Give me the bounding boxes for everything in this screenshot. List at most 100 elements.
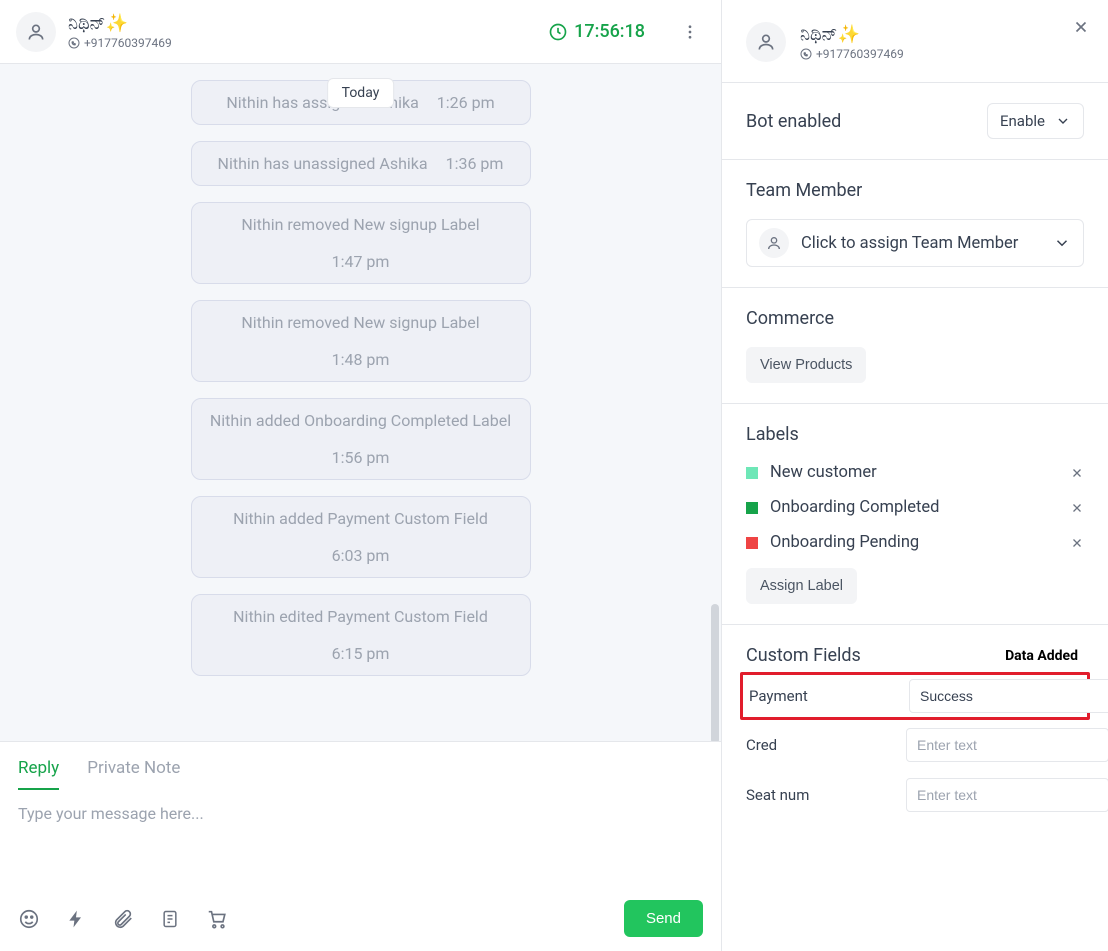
label-color-swatch (746, 502, 758, 514)
bot-select-value: Enable (1000, 112, 1045, 130)
document-icon (160, 908, 180, 930)
remove-label-button[interactable] (1070, 501, 1084, 515)
section-bot: Bot enabled Enable (722, 82, 1108, 159)
assign-team-select[interactable]: Click to assign Team Member (746, 219, 1084, 267)
system-message-time: 1:36 pm (446, 154, 504, 173)
clock-icon (548, 22, 568, 42)
system-message-time: 6:15 pm (332, 644, 390, 663)
date-chip: Today (327, 78, 395, 108)
chat-header: ನಿಥಿನ್✨ +917760397469 17:56:18 (0, 0, 721, 64)
labels-heading: Labels (746, 424, 1084, 445)
custom-field-input[interactable] (909, 679, 1108, 713)
compose-area: Reply Private Note Send (0, 741, 721, 951)
sidebar-contact: ನಿಥಿನ್✨ +917760397469 (722, 0, 1108, 82)
contact-phone-text: +917760397469 (84, 36, 172, 50)
label-item: New customer (746, 463, 1084, 482)
chat-panel: ನಿಥಿನ್✨ +917760397469 17:56:18 Today Nit… (0, 0, 722, 951)
scrollbar[interactable] (709, 64, 721, 741)
custom-field-row: Seat num (746, 770, 1084, 820)
timer-value: 17:56:18 (574, 21, 645, 42)
system-message: Nithin has unassigned Ashika1:36 pm (191, 141, 531, 186)
close-sidebar-button[interactable] (1072, 18, 1090, 36)
team-heading: Team Member (746, 180, 1084, 201)
system-message-text: Nithin removed New signup Label (241, 215, 479, 234)
send-button[interactable]: Send (624, 900, 703, 937)
system-message-time: 6:03 pm (332, 546, 390, 565)
view-products-button[interactable]: View Products (746, 347, 866, 383)
person-icon (756, 32, 776, 52)
custom-field-label: Seat num (746, 786, 896, 804)
system-message-text: Nithin edited Payment Custom Field (233, 607, 488, 626)
compose-toolbar: Send (0, 890, 721, 951)
system-message-text: Nithin added Onboarding Completed Label (210, 411, 511, 430)
system-message: Nithin removed New signup Label 1:48 pm (191, 300, 531, 382)
bot-enabled-label: Bot enabled (746, 111, 841, 132)
label-color-swatch (746, 537, 758, 549)
person-icon (766, 235, 782, 251)
avatar (16, 12, 56, 52)
close-icon (1072, 18, 1090, 36)
whatsapp-icon (68, 37, 80, 49)
emoji-button[interactable] (18, 908, 40, 930)
template-button[interactable] (160, 908, 180, 930)
quick-reply-button[interactable] (66, 909, 86, 929)
commerce-heading: Commerce (746, 308, 1084, 329)
system-message: Nithin edited Payment Custom Field 6:15 p… (191, 594, 531, 676)
contact-name: ನಿಥಿನ್✨ (800, 24, 904, 45)
section-commerce: Commerce View Products (722, 287, 1108, 403)
system-message-time: 1:48 pm (332, 350, 390, 369)
section-team: Team Member Click to assign Team Member (722, 159, 1108, 287)
system-message-time: 1:26 pm (437, 93, 495, 112)
messages-area[interactable]: Today Nithin has assigned Ashika1:26 pmN… (0, 64, 721, 741)
smile-icon (18, 908, 40, 930)
tab-reply[interactable]: Reply (18, 758, 59, 790)
system-message-text: Nithin removed New signup Label (241, 313, 479, 332)
label-text: Onboarding Pending (770, 533, 1058, 552)
tab-private-note[interactable]: Private Note (87, 758, 180, 790)
session-timer: 17:56:18 (548, 21, 645, 42)
system-message: Nithin removed New signup Label 1:47 pm (191, 202, 531, 284)
custom-field-label: Cred (746, 736, 896, 754)
remove-label-button[interactable] (1070, 536, 1084, 550)
close-icon (1070, 466, 1084, 480)
contact-phone: +917760397469 (800, 47, 904, 61)
close-icon (1070, 536, 1084, 550)
custom-field-input[interactable] (906, 728, 1108, 762)
dots-vertical-icon (681, 23, 699, 41)
sidebar[interactable]: ನಿಥಿನ್✨ +917760397469 Bot enabled Enable… (722, 0, 1108, 951)
custom-field-row: Payment (740, 672, 1090, 720)
assign-label-button[interactable]: Assign Label (746, 568, 857, 604)
whatsapp-icon (800, 48, 812, 60)
label-color-swatch (746, 467, 758, 479)
label-text: Onboarding Completed (770, 498, 1058, 517)
label-item: Onboarding Completed (746, 498, 1084, 517)
paperclip-icon (112, 908, 134, 930)
system-message: Nithin added Payment Custom Field 6:03 pm (191, 496, 531, 578)
section-labels: Labels New customer Onboarding Completed O… (722, 403, 1108, 624)
system-message-time: 1:47 pm (332, 252, 390, 271)
data-added-annotation: Data Added (1005, 648, 1078, 664)
custom-field-input[interactable] (906, 778, 1108, 812)
custom-field-row: Cred (746, 720, 1084, 770)
message-input[interactable] (0, 790, 721, 890)
person-icon (26, 22, 46, 42)
compose-tabs: Reply Private Note (0, 742, 721, 790)
bot-enable-select[interactable]: Enable (987, 103, 1084, 139)
more-button[interactable] (675, 17, 705, 47)
close-icon (1070, 501, 1084, 515)
attach-button[interactable] (112, 908, 134, 930)
remove-label-button[interactable] (1070, 466, 1084, 480)
avatar (759, 228, 789, 258)
contact-info: ನಿಥಿನ್✨ +917760397469 (68, 13, 172, 50)
contact-phone-text: +917760397469 (816, 47, 904, 61)
cart-button[interactable] (206, 908, 228, 930)
system-message-time: 1:56 pm (332, 448, 390, 467)
system-message: Nithin added Onboarding Completed Label 1… (191, 398, 531, 480)
custom-field-label: Payment (749, 687, 899, 705)
chevron-down-icon (1053, 234, 1071, 252)
scrollbar-thumb[interactable] (711, 604, 719, 741)
contact-name: ನಿಥಿನ್✨ (68, 13, 172, 34)
system-message-text: Nithin added Payment Custom Field (233, 509, 488, 528)
avatar (746, 22, 786, 62)
section-custom-fields: Custom Fields Data Added PaymentCredSeat… (722, 624, 1108, 840)
